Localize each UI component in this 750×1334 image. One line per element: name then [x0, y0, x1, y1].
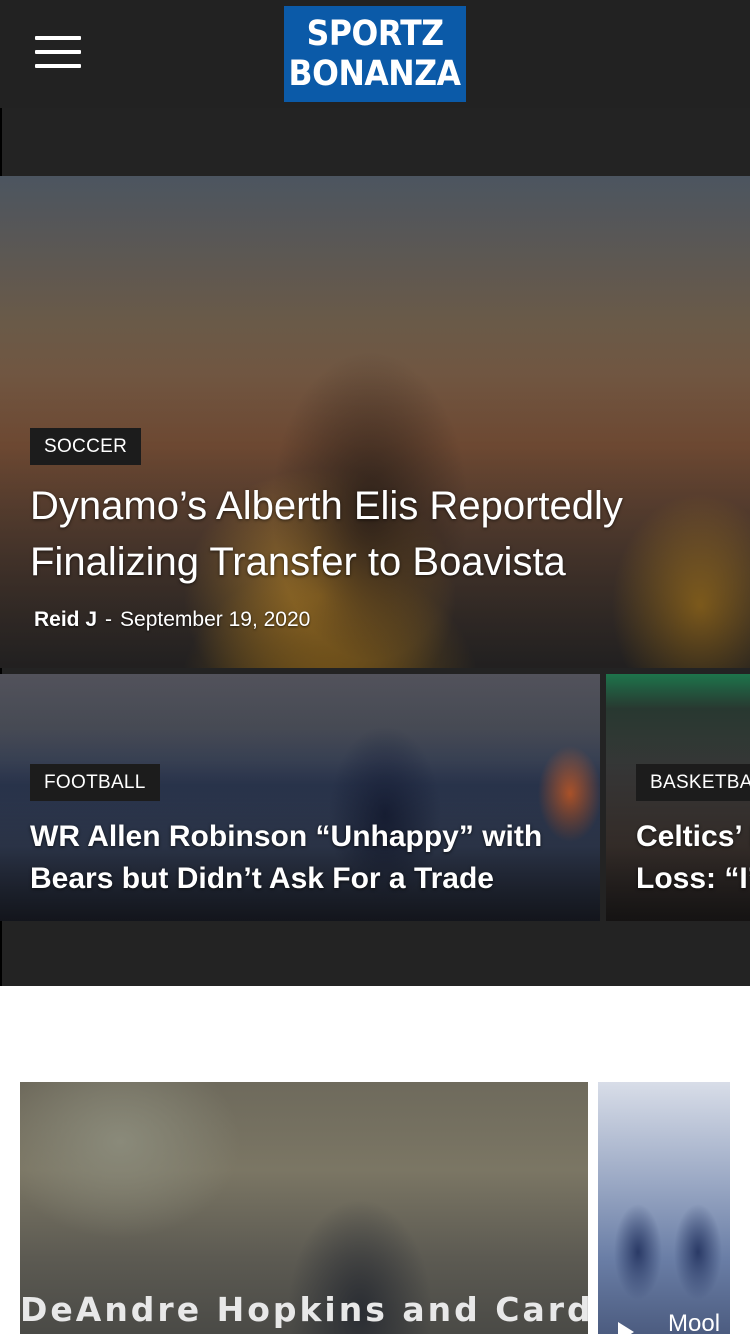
category-badge-football[interactable]: FOOTBALL	[30, 764, 160, 801]
logo-line-2: BONANZA	[289, 54, 461, 94]
video-card-title[interactable]: Mool	[668, 1310, 720, 1334]
featured-article-title[interactable]: Dynamo’s Alberth Elis Reportedly Finaliz…	[30, 478, 730, 590]
author-name[interactable]: Reid J	[34, 608, 97, 631]
site-logo[interactable]: SPORTZ BONANZA	[284, 6, 466, 102]
menu-bar-line	[35, 36, 81, 40]
logo-line-1: SPORTZ	[306, 14, 444, 54]
article-card-basketball[interactable]: BASKETBA Celtics’ I Loss: “I’	[606, 674, 750, 921]
menu-bar-line	[35, 50, 81, 54]
article-title[interactable]: Celtics’ I Loss: “I’	[636, 816, 750, 900]
video-card[interactable]: Mool	[598, 1082, 730, 1334]
hamburger-menu-icon[interactable]	[30, 32, 86, 72]
category-badge-soccer[interactable]: SOCCER	[30, 428, 142, 465]
app-header: SPORTZ BONANZA	[0, 0, 750, 108]
menu-bar-line	[35, 64, 81, 68]
video-card[interactable]: DeAndre Hopkins and Cardinals	[20, 1082, 588, 1334]
article-title-line: Celtics’ I	[636, 820, 750, 853]
video-card-title[interactable]: DeAndre Hopkins and Cardinals	[20, 1290, 588, 1329]
play-icon[interactable]	[618, 1322, 634, 1334]
article-title[interactable]: WR Allen Robinson “Unhappy” with Bears b…	[30, 816, 590, 900]
featured-article-card[interactable]: SOCCER Dynamo’s Alberth Elis Reportedly …	[0, 176, 750, 668]
publish-date: September 19, 2020	[120, 608, 311, 631]
image-overlay	[0, 176, 750, 668]
article-card-football[interactable]: FOOTBALL WR Allen Robinson “Unhappy” wit…	[0, 674, 600, 921]
article-title-line: Loss: “I’	[636, 862, 750, 895]
meta-separator: -	[105, 608, 113, 631]
category-badge-basketball[interactable]: BASKETBA	[636, 764, 750, 801]
article-meta: Reid J - September 19, 2020	[34, 608, 310, 632]
